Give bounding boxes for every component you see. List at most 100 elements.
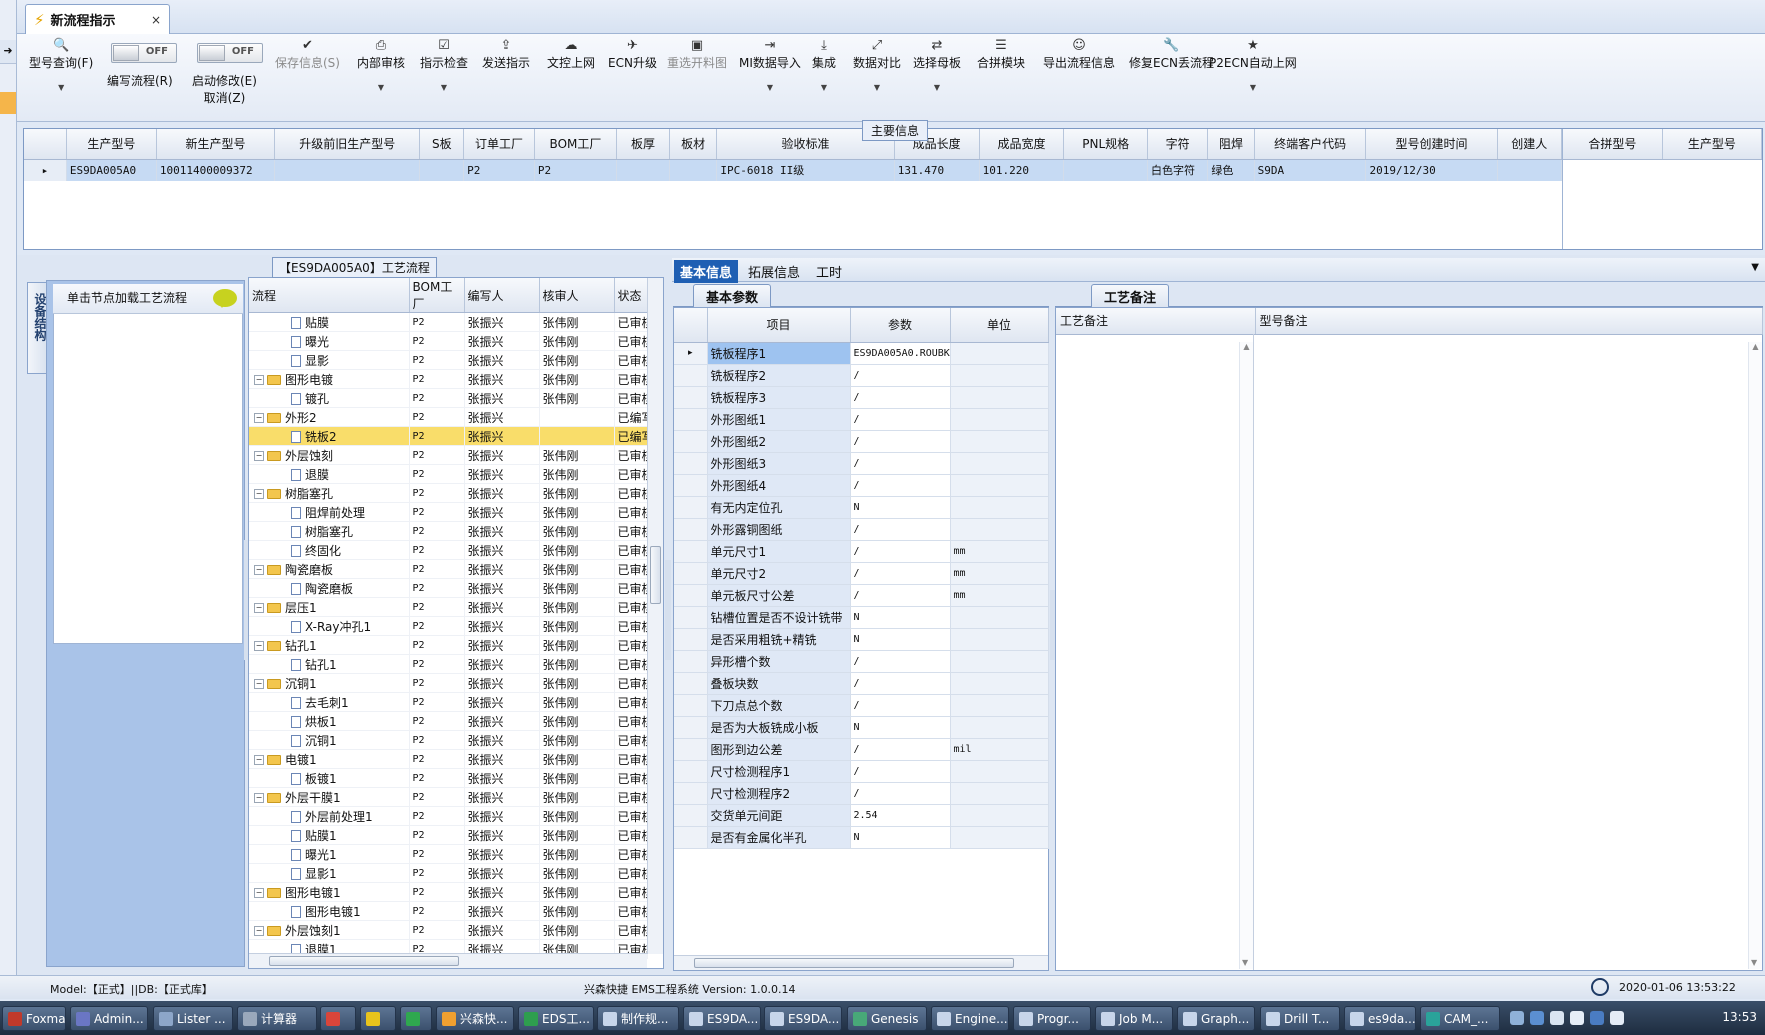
tree-node[interactable]: 曝光1 [249, 844, 410, 864]
tree-cell-status[interactable]: 已审核 [614, 464, 648, 484]
tree-node[interactable]: 板镀1 [249, 768, 410, 788]
param-value[interactable]: / [850, 650, 951, 673]
tree-cell-writer[interactable]: 张振兴 [464, 673, 540, 693]
toolbar-button-3[interactable]: ☑ 指示检查 ▼ [420, 38, 468, 92]
tree-cell-bom[interactable]: P2 [409, 692, 465, 712]
table-cell[interactable]: 131.470 [894, 159, 980, 181]
row-header[interactable] [674, 672, 708, 695]
toolbar-button-4[interactable]: ⇪ 发送指示 [482, 38, 530, 71]
collapse-toggle-icon[interactable]: − [254, 451, 264, 461]
table-cell[interactable]: ES9DA005A0 [66, 159, 157, 181]
collapse-toggle-icon[interactable]: − [254, 926, 264, 936]
table-cell[interactable]: 10011400009372 [156, 159, 276, 181]
tree-cell-bom[interactable]: P2 [409, 616, 465, 636]
tab-menu-chevron-icon[interactable]: ▼ [1751, 262, 1759, 273]
param-value[interactable]: N [850, 496, 951, 519]
tree-cell-status[interactable]: 已审核 [614, 673, 648, 693]
tree-cell-reviewer[interactable]: 张伟刚 [539, 578, 615, 598]
toolbar-button-1[interactable]: ✔ 保存信息(S) [275, 38, 340, 71]
tree-cell-status[interactable]: 已审核 [614, 483, 648, 503]
collapse-toggle-icon[interactable]: − [254, 755, 264, 765]
collapse-toggle-icon[interactable]: − [254, 489, 264, 499]
tree-cell-reviewer[interactable]: 张伟刚 [539, 730, 615, 750]
tree-cell-bom[interactable]: P2 [409, 787, 465, 807]
tree-cell-bom[interactable]: P2 [409, 882, 465, 902]
table-row[interactable]: 是否为大板铣成小板 N [674, 716, 1049, 739]
table-row[interactable]: 铣板程序2/ [674, 364, 1049, 387]
scroll-thumb[interactable] [694, 958, 1014, 968]
tree-row[interactable]: 终固化 P2张振兴张伟刚已审核 [249, 540, 648, 560]
column-header[interactable]: 板材 [669, 129, 718, 160]
tree-cell-bom[interactable]: P2 [409, 388, 465, 408]
taskbar-item[interactable]: Graph... [1177, 1006, 1255, 1031]
row-header[interactable] [674, 496, 708, 519]
column-header[interactable]: 流程 [249, 278, 410, 313]
tree-cell-status[interactable]: 已审核 [614, 445, 648, 465]
tree-cell-reviewer[interactable]: 张伟刚 [539, 540, 615, 560]
tree-cell-reviewer[interactable]: 张伟刚 [539, 692, 615, 712]
tree-cell-bom[interactable]: P2 [409, 559, 465, 579]
tree-node[interactable]: 沉铜1 [249, 730, 410, 750]
taskbar-item[interactable]: Genesis [847, 1006, 927, 1031]
tree-cell-reviewer[interactable]: 张伟刚 [539, 901, 615, 921]
help-icon[interactable] [1530, 1011, 1544, 1025]
table-cell[interactable] [274, 159, 421, 181]
tree-cell-writer[interactable]: 张振兴 [464, 464, 540, 484]
tree-row[interactable]: − 钻孔1 P2张振兴张伟刚已审核 [249, 635, 648, 655]
tree-cell-status[interactable]: 已审核 [614, 711, 648, 731]
table-cell[interactable]: 白色字符 [1147, 159, 1209, 181]
tree-cell-writer[interactable]: 张振兴 [464, 844, 540, 864]
tree-cell-status[interactable]: 已审核 [614, 350, 648, 370]
flag-icon[interactable] [1570, 1011, 1584, 1025]
table-cell[interactable] [1497, 159, 1563, 181]
row-header[interactable] [674, 584, 708, 607]
toolbar-button-0[interactable]: 🔍 型号查询(F) ▼ [29, 38, 93, 92]
column-header[interactable]: 编写人 [464, 278, 540, 313]
tree-row[interactable]: 曝光1 P2张振兴张伟刚已审核 [249, 844, 648, 864]
tree-node[interactable]: − 沉铜1 [249, 673, 410, 693]
tree-cell-status[interactable]: 已审核 [614, 654, 648, 674]
tree-row[interactable]: 贴膜1 P2张振兴张伟刚已审核 [249, 825, 648, 845]
column-header[interactable]: 字符 [1147, 129, 1209, 160]
tree-vertical-scrollbar[interactable] [647, 278, 663, 954]
tree-cell-reviewer[interactable]: 张伟刚 [539, 844, 615, 864]
tree-row[interactable]: X-Ray冲孔1 P2张振兴张伟刚已审核 [249, 616, 648, 636]
tree-node[interactable]: − 图形电镀1 [249, 882, 410, 902]
tree-cell-status[interactable]: 已编写 [614, 407, 648, 427]
tree-cell-writer[interactable]: 张振兴 [464, 483, 540, 503]
scroll-thumb[interactable] [650, 546, 661, 604]
tree-cell-bom[interactable]: P2 [409, 464, 465, 484]
params-horizontal-scrollbar[interactable] [674, 955, 1048, 970]
scroll-thumb[interactable] [269, 956, 459, 966]
tab-new-process[interactable]: ⚡ 新流程指示 × [25, 4, 170, 34]
row-header[interactable] [674, 782, 708, 805]
tree-row[interactable]: 阻焊前处理 P2张振兴张伟刚已审核 [249, 502, 648, 522]
collapse-toggle-icon[interactable]: − [254, 413, 264, 423]
collapse-toggle-icon[interactable]: − [254, 565, 264, 575]
tree-cell-writer[interactable]: 张振兴 [464, 749, 540, 769]
chevron-down-icon[interactable]: ▼ [812, 83, 836, 92]
tree-row[interactable]: 树脂塞孔 P2张振兴张伟刚已审核 [249, 521, 648, 541]
taskbar-item[interactable]: Engine... [931, 1006, 1009, 1031]
table-row[interactable]: 尺寸检测程序2/ [674, 782, 1049, 805]
tree-node[interactable]: 终固化 [249, 540, 410, 560]
tree-cell-reviewer[interactable]: 张伟刚 [539, 312, 615, 332]
toolbar-button-11[interactable]: ⇄ 选择母板 ▼ [913, 38, 961, 92]
taskbar-item[interactable]: Job M... [1095, 1006, 1173, 1031]
table-row[interactable]: 铣板程序3/ [674, 386, 1049, 409]
taskbar-item[interactable] [400, 1006, 432, 1031]
tree-cell-status[interactable]: 已审核 [614, 825, 648, 845]
tree-cell-status[interactable]: 已审核 [614, 331, 648, 351]
tree-cell-reviewer[interactable]: 张伟刚 [539, 331, 615, 351]
taskbar-item[interactable]: Admin... [70, 1006, 148, 1031]
tree-row[interactable]: 退膜 P2张振兴张伟刚已审核 [249, 464, 648, 484]
row-header[interactable] [674, 628, 708, 651]
tree-node[interactable]: − 电镀1 [249, 749, 410, 769]
tree-cell-status[interactable]: 已编写 [614, 426, 648, 446]
tree-cell-writer[interactable]: 张振兴 [464, 426, 540, 446]
tree-node[interactable]: − 外层蚀刻1 [249, 920, 410, 940]
tree-row[interactable]: − 外形2 P2张振兴 已编写 [249, 407, 648, 427]
column-header[interactable]: 项目 [707, 308, 851, 343]
table-cell[interactable]: 2019/12/30 [1365, 159, 1498, 181]
row-header[interactable] [674, 606, 708, 629]
